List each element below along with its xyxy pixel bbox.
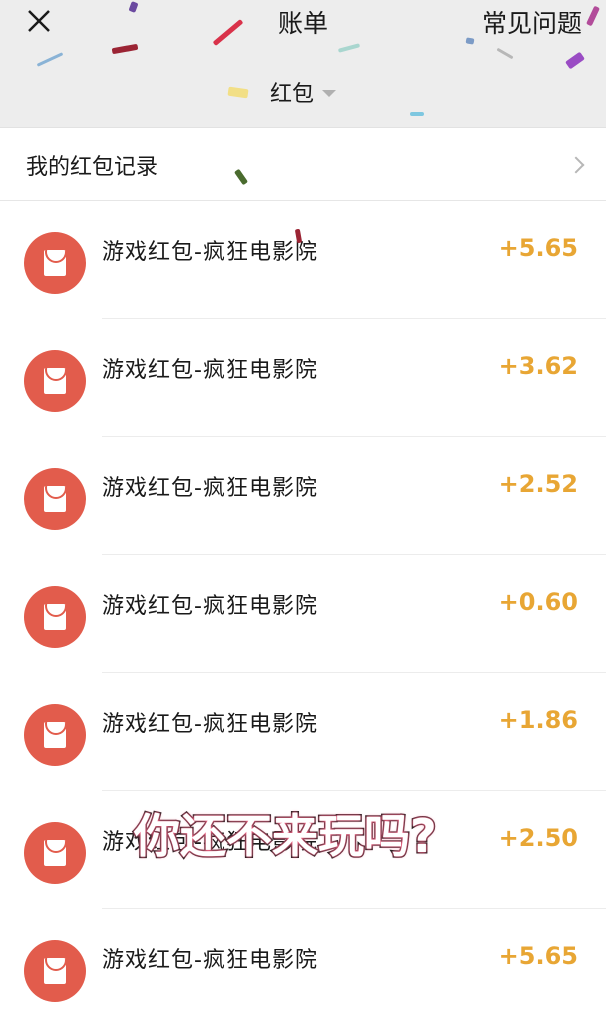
caret-down-icon: [322, 90, 336, 97]
redpacket-icon: [24, 704, 86, 766]
confetti: [294, 228, 303, 244]
header: 账单 常见问题 红包: [0, 0, 606, 128]
filter-label: 红包: [269, 82, 314, 107]
list-item[interactable]: 游戏红包-疯狂电影院 +3.62: [0, 319, 606, 437]
list-item[interactable]: 游戏红包-疯狂电影院 +0.60: [0, 555, 606, 673]
chevron-right-icon: [567, 156, 585, 173]
confetti: [233, 168, 249, 186]
list-item[interactable]: 游戏红包-疯狂电影院 +5.65: [0, 201, 606, 319]
redpacket-icon: [24, 350, 86, 412]
filter-dropdown[interactable]: 红包: [0, 76, 606, 108]
item-title: 游戏红包-疯狂电影院: [102, 712, 318, 737]
records-label: 我的红包记录: [26, 154, 159, 180]
redpacket-list: 游戏红包-疯狂电影院 +5.65 游戏红包-疯狂电影院 +3.62 游戏红包-疯…: [0, 201, 606, 1011]
item-title: 游戏红包-疯狂电影院: [102, 476, 318, 501]
confetti: [410, 112, 424, 116]
overlay-caption: 你还不来玩吗?: [133, 808, 439, 865]
item-amount: +2.52: [498, 470, 578, 498]
confetti: [337, 43, 361, 53]
item-title: 游戏红包-疯狂电影院: [102, 358, 318, 383]
list-item[interactable]: 游戏红包-疯狂电影院 +5.65: [0, 909, 606, 1011]
confetti: [465, 37, 475, 45]
item-title: 游戏红包-疯狂电影院: [102, 594, 318, 619]
item-amount: +2.50: [498, 824, 578, 852]
redpacket-icon: [24, 940, 86, 1002]
item-amount: +5.65: [498, 234, 578, 262]
item-amount: +1.86: [498, 706, 578, 734]
confetti: [496, 47, 514, 60]
item-title: 游戏红包-疯狂电影院: [102, 948, 318, 973]
redpacket-icon: [24, 586, 86, 648]
bill-page: 账单 常见问题 红包 我的红包记录 游戏红包-疯狂电影院 +5.65 游戏红包-…: [0, 0, 606, 1011]
redpacket-icon: [24, 232, 86, 294]
item-title: 游戏红包-疯狂电影院: [102, 240, 318, 265]
list-item[interactable]: 游戏红包-疯狂电影院 +2.52: [0, 437, 606, 555]
item-amount: +5.65: [498, 942, 578, 970]
redpacket-icon: [24, 468, 86, 530]
faq-link[interactable]: 常见问题: [482, 4, 582, 40]
confetti: [111, 43, 139, 55]
confetti: [36, 52, 64, 67]
item-amount: +3.62: [498, 352, 578, 380]
my-redpacket-records-row[interactable]: 我的红包记录: [0, 129, 606, 201]
list-item[interactable]: 游戏红包-疯狂电影院 +1.86: [0, 673, 606, 791]
confetti: [565, 51, 585, 70]
redpacket-icon: [24, 822, 86, 884]
item-amount: +0.60: [498, 588, 578, 616]
